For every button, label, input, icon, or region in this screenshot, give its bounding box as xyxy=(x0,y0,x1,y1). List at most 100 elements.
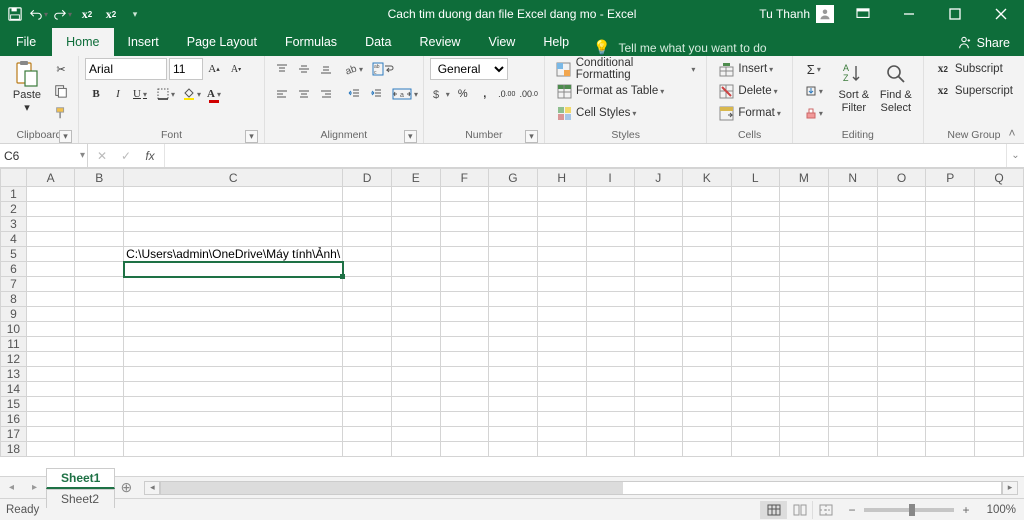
zoom-label[interactable]: 100% xyxy=(974,504,1018,516)
cell-F5[interactable] xyxy=(440,247,489,262)
cell-K8[interactable] xyxy=(682,292,731,307)
cell-K17[interactable] xyxy=(682,427,731,442)
cell-N6[interactable] xyxy=(828,262,877,277)
cell-Q7[interactable] xyxy=(975,277,1024,292)
new-sheet-button[interactable]: ⊕ xyxy=(114,479,138,496)
collapse-ribbon-icon[interactable]: ˄ xyxy=(1004,125,1020,141)
cell-F2[interactable] xyxy=(440,202,489,217)
cell-O13[interactable] xyxy=(877,367,926,382)
cell-Q9[interactable] xyxy=(975,307,1024,322)
cell-E6[interactable] xyxy=(391,262,440,277)
cell-F14[interactable] xyxy=(440,382,489,397)
row-header-12[interactable]: 12 xyxy=(1,352,27,367)
cell-Q1[interactable] xyxy=(975,187,1024,202)
cell-A6[interactable] xyxy=(26,262,75,277)
cell-H1[interactable] xyxy=(537,187,586,202)
cell-L7[interactable] xyxy=(731,277,779,292)
cell-P1[interactable] xyxy=(926,187,975,202)
tab-help[interactable]: Help xyxy=(529,28,583,56)
cell-M9[interactable] xyxy=(779,307,828,322)
cell-F6[interactable] xyxy=(440,262,489,277)
cell-O2[interactable] xyxy=(877,202,926,217)
cell-H7[interactable] xyxy=(537,277,586,292)
cell-J1[interactable] xyxy=(634,187,682,202)
cell-C6[interactable] xyxy=(124,262,343,277)
underline-button[interactable]: U xyxy=(130,84,150,104)
increase-font-icon[interactable]: A▴ xyxy=(204,59,224,79)
tab-view[interactable]: View xyxy=(474,28,529,56)
cell-H8[interactable] xyxy=(537,292,586,307)
cell-B11[interactable] xyxy=(75,337,124,352)
cell-N10[interactable] xyxy=(828,322,877,337)
cell-N9[interactable] xyxy=(828,307,877,322)
copy-icon[interactable] xyxy=(51,81,71,101)
font-launcher[interactable]: ▾ xyxy=(245,130,258,143)
cell-K9[interactable] xyxy=(682,307,731,322)
cell-N1[interactable] xyxy=(828,187,877,202)
percent-format-icon[interactable]: % xyxy=(453,84,473,104)
tab-data[interactable]: Data xyxy=(351,28,405,56)
cell-C1[interactable] xyxy=(124,187,343,202)
cell-C3[interactable] xyxy=(124,217,343,232)
cell-G14[interactable] xyxy=(489,382,538,397)
cell-H9[interactable] xyxy=(537,307,586,322)
cell-O6[interactable] xyxy=(877,262,926,277)
cell-C2[interactable] xyxy=(124,202,343,217)
cell-E13[interactable] xyxy=(391,367,440,382)
share-button[interactable]: Share xyxy=(943,30,1024,56)
scroll-track[interactable] xyxy=(160,481,1002,495)
cell-J16[interactable] xyxy=(634,412,682,427)
cell-O5[interactable] xyxy=(877,247,926,262)
cell-M2[interactable] xyxy=(779,202,828,217)
cell-D10[interactable] xyxy=(343,322,392,337)
row-header-2[interactable]: 2 xyxy=(1,202,27,217)
cell-I5[interactable] xyxy=(586,247,634,262)
col-header-D[interactable]: D xyxy=(343,169,392,187)
scroll-right-icon[interactable]: ▸ xyxy=(1002,481,1018,495)
cell-K3[interactable] xyxy=(682,217,731,232)
col-header-F[interactable]: F xyxy=(440,169,489,187)
cell-N15[interactable] xyxy=(828,397,877,412)
cell-P2[interactable] xyxy=(926,202,975,217)
format-painter-icon[interactable] xyxy=(51,103,71,123)
cell-N18[interactable] xyxy=(828,442,877,457)
cell-H15[interactable] xyxy=(537,397,586,412)
cell-H13[interactable] xyxy=(537,367,586,382)
cell-C12[interactable] xyxy=(124,352,343,367)
cell-O7[interactable] xyxy=(877,277,926,292)
cell-K10[interactable] xyxy=(682,322,731,337)
bold-button[interactable]: B xyxy=(86,84,106,104)
row-header-6[interactable]: 6 xyxy=(1,262,27,277)
col-header-M[interactable]: M xyxy=(779,169,828,187)
cell-C10[interactable] xyxy=(124,322,343,337)
row-header-8[interactable]: 8 xyxy=(1,292,27,307)
cell-G15[interactable] xyxy=(489,397,538,412)
cell-B17[interactable] xyxy=(75,427,124,442)
cell-A9[interactable] xyxy=(26,307,75,322)
cell-J15[interactable] xyxy=(634,397,682,412)
cell-M8[interactable] xyxy=(779,292,828,307)
cell-F17[interactable] xyxy=(440,427,489,442)
scroll-thumb[interactable] xyxy=(161,482,623,494)
cell-B7[interactable] xyxy=(75,277,124,292)
cell-P13[interactable] xyxy=(926,367,975,382)
cell-D14[interactable] xyxy=(343,382,392,397)
cell-E7[interactable] xyxy=(391,277,440,292)
clear-icon[interactable] xyxy=(800,103,828,123)
cell-F7[interactable] xyxy=(440,277,489,292)
col-header-Q[interactable]: Q xyxy=(975,169,1024,187)
cell-H5[interactable] xyxy=(537,247,586,262)
cell-E12[interactable] xyxy=(391,352,440,367)
cell-D7[interactable] xyxy=(343,277,392,292)
cell-N4[interactable] xyxy=(828,232,877,247)
decrease-decimal-icon[interactable]: .00.0 xyxy=(519,84,539,104)
cell-E11[interactable] xyxy=(391,337,440,352)
cell-A16[interactable] xyxy=(26,412,75,427)
cell-N14[interactable] xyxy=(828,382,877,397)
tab-review[interactable]: Review xyxy=(405,28,474,56)
cell-I8[interactable] xyxy=(586,292,634,307)
find-select-button[interactable]: Find & Select xyxy=(875,58,917,117)
cell-K1[interactable] xyxy=(682,187,731,202)
cell-C18[interactable] xyxy=(124,442,343,457)
cell-G10[interactable] xyxy=(489,322,538,337)
